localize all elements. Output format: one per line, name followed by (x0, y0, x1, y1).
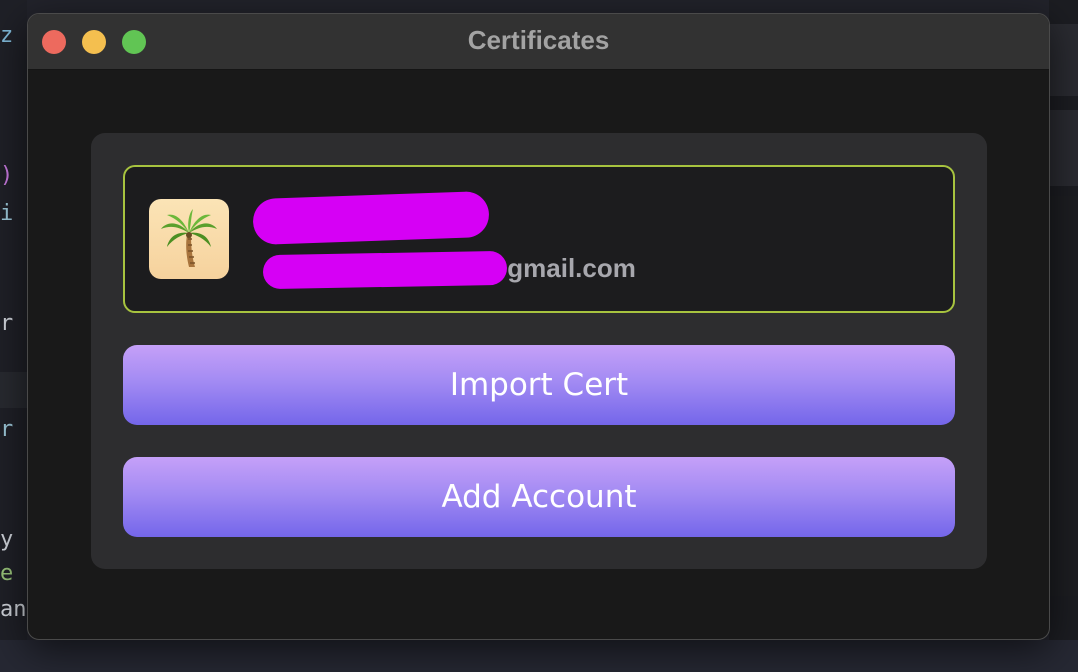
redacted-account-name (252, 190, 490, 246)
account-avatar (149, 199, 229, 279)
palm-tree-icon (161, 209, 217, 267)
certificates-card: aaaaaaaaaaaaaaa@gmail.com Import Cert Ad… (91, 133, 987, 569)
background-code-glyph: r (0, 311, 14, 336)
account-email-suffix: gmail.com (507, 253, 636, 283)
background-code-glyph: z (0, 23, 14, 48)
background-highlight-band (0, 372, 27, 408)
add-account-button[interactable]: Add Account (123, 457, 955, 537)
redacted-email-prefix (262, 250, 508, 290)
title-bar[interactable]: Certificates (28, 14, 1049, 70)
background-code-glyph: e (0, 561, 14, 586)
window-title: Certificates (467, 25, 610, 55)
background-code-glyph: y (0, 527, 14, 552)
background-right-panel (1049, 196, 1078, 596)
certificates-window: Certificates aaaaaaaaaaa (27, 13, 1050, 640)
background-code-glyph: r (0, 417, 14, 442)
background-code-glyph: an (0, 597, 27, 622)
background-right-panel (1049, 24, 1078, 96)
import-cert-button[interactable]: Import Cert (123, 345, 955, 425)
background-code-glyph: i (0, 201, 14, 226)
account-row[interactable]: aaaaaaaaaaaaaaa@gmail.com (123, 165, 955, 313)
background-bottom-bar (0, 640, 1078, 672)
background-code-glyph: ) (0, 163, 14, 188)
background-right-panel (1049, 110, 1078, 186)
